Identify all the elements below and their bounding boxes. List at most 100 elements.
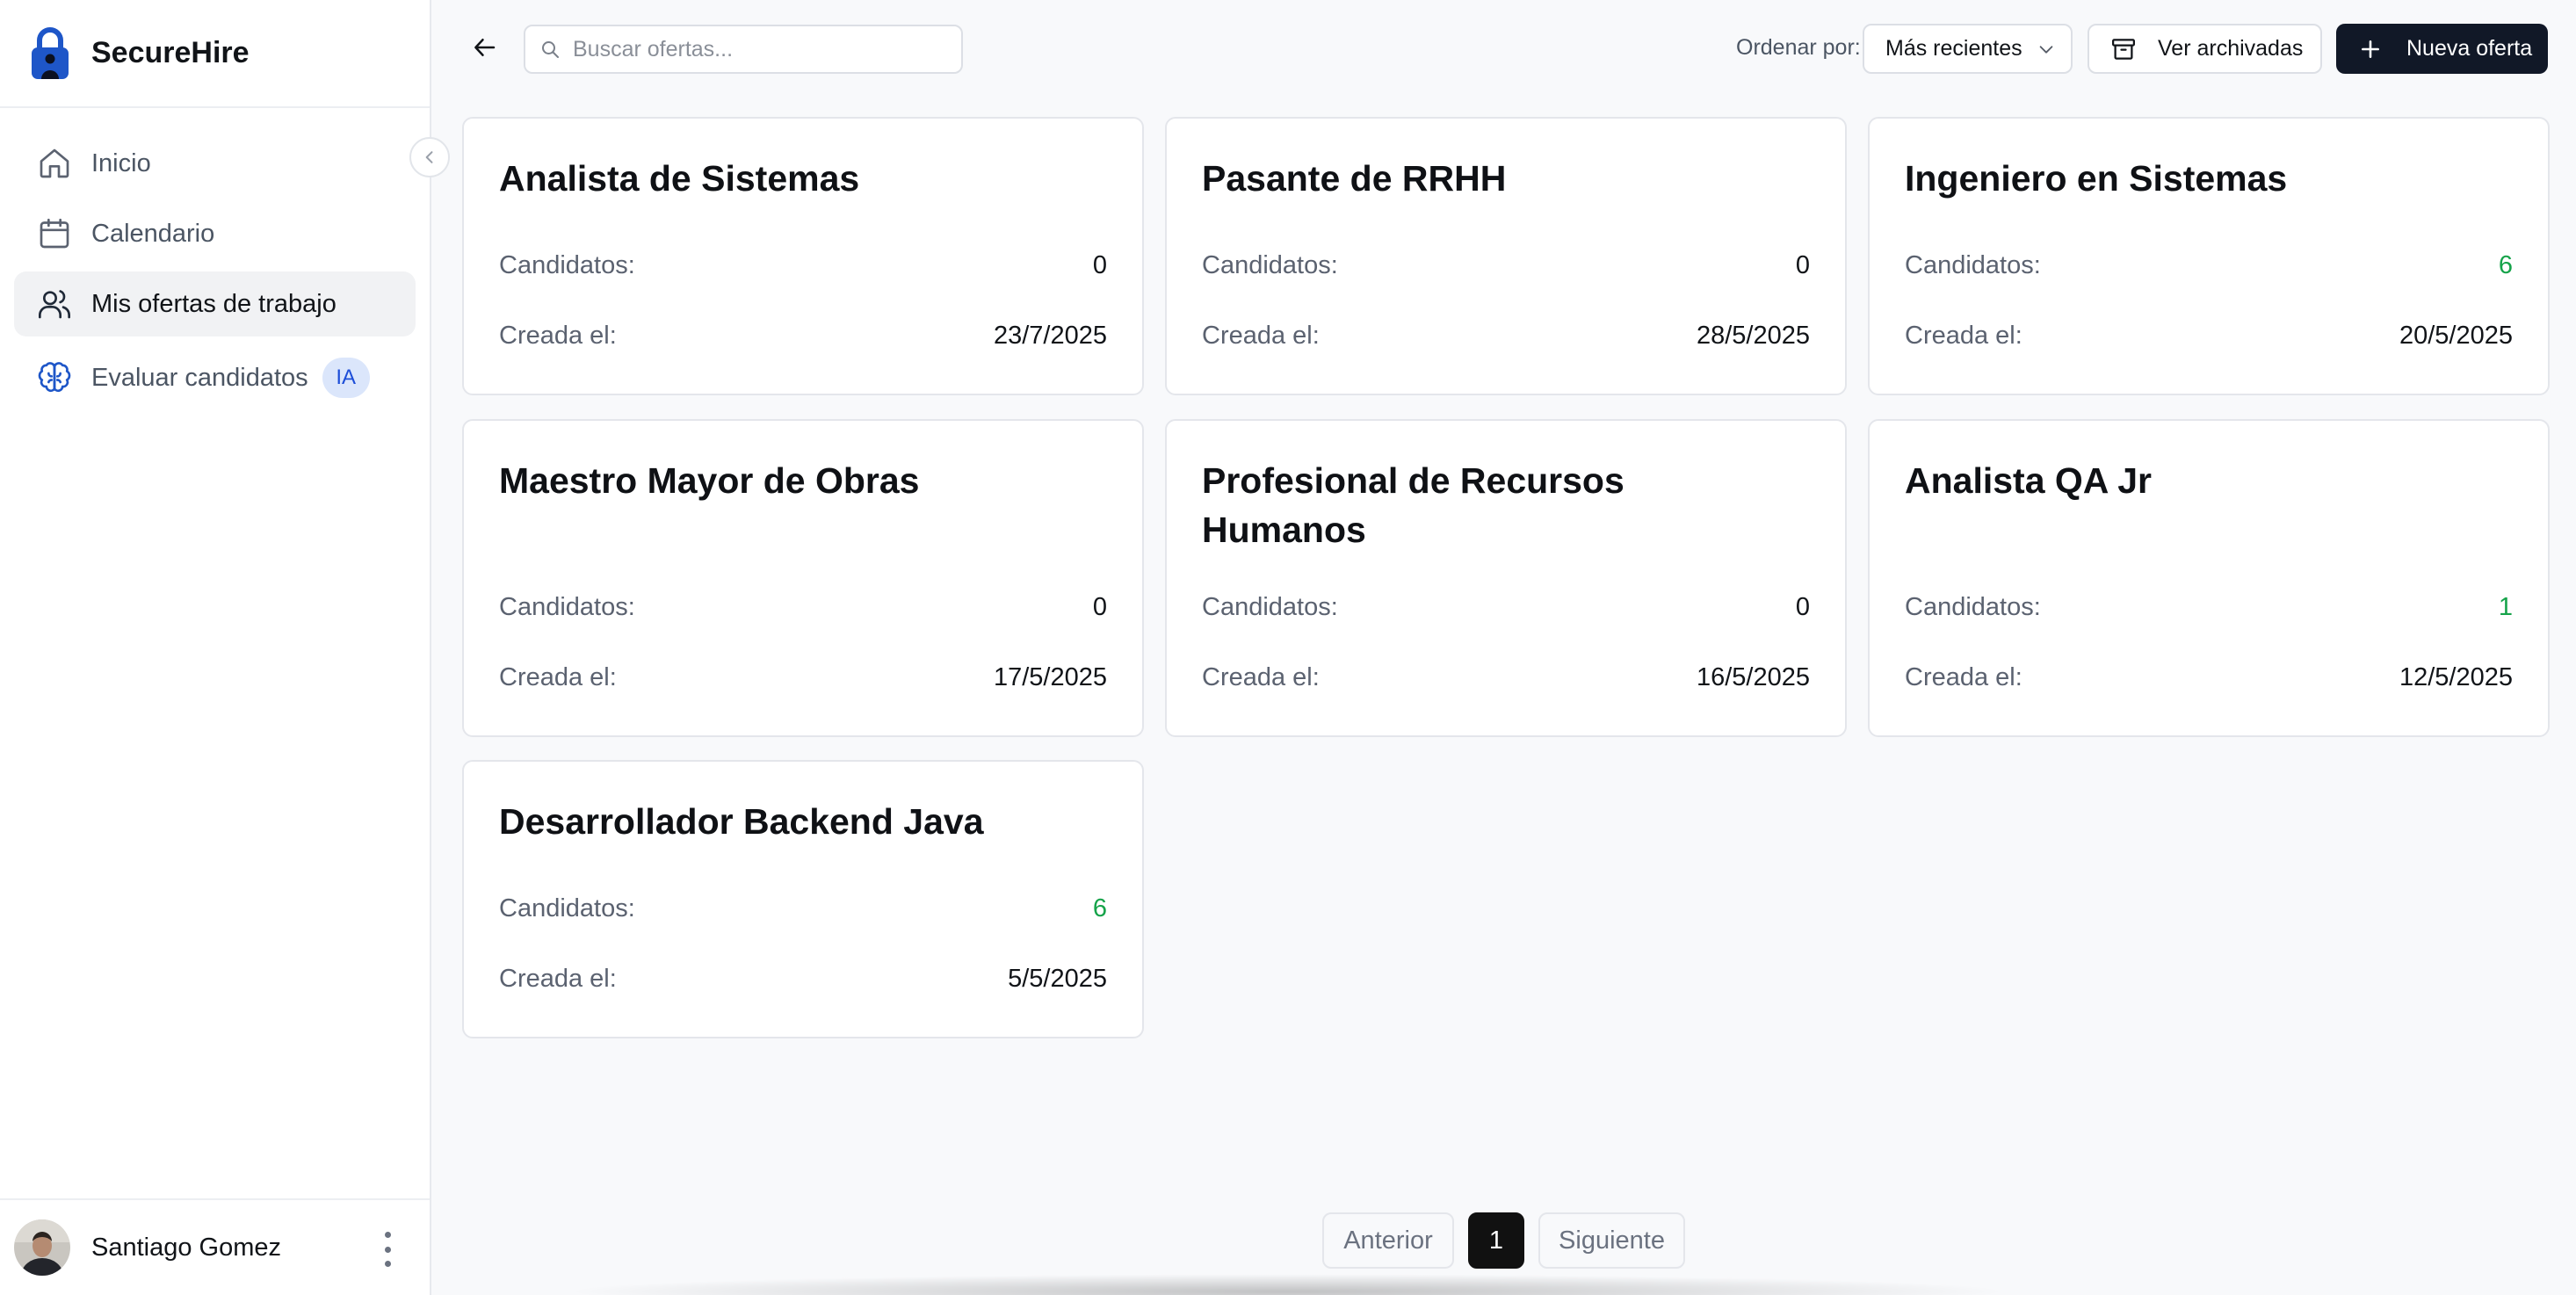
new-offer-button[interactable]: Nueva oferta: [2336, 24, 2548, 74]
candidates-count: 6: [1092, 893, 1107, 922]
candidates-count: 0: [1092, 592, 1107, 621]
created-date: 16/5/2025: [1696, 662, 1810, 691]
job-title: Desarrollador Backend Java: [499, 801, 984, 842]
job-card[interactable]: Analista QA Jr Candidatos: 1 Creada el: 12/5…: [1868, 419, 2550, 737]
app-name: SecureHire: [91, 36, 250, 69]
sidebar-item-inicio[interactable]: Inicio: [14, 131, 416, 196]
sort-label: Ordenar por:: [1736, 35, 1861, 60]
sidebar-item-evaluar[interactable]: Evaluar candidatos IA: [14, 345, 416, 410]
archive-icon: [2112, 38, 2135, 60]
created-row: Creada el: 16/5/2025: [1202, 660, 1810, 695]
sort-value: Más recientes: [1885, 36, 2022, 61]
back-button[interactable]: [466, 28, 504, 67]
job-card[interactable]: Profesional de Recursos Humanos Candidato…: [1165, 419, 1847, 737]
sort-select[interactable]: Más recientes: [1863, 24, 2073, 74]
created-label: Creada el:: [499, 321, 617, 350]
candidates-row: Candidatos: 0: [1202, 248, 1810, 283]
previous-page-button[interactable]: Anterior: [1322, 1212, 1454, 1269]
calendar-icon: [40, 218, 69, 249]
ai-badge: IA: [322, 358, 370, 398]
job-card[interactable]: Desarrollador Backend Java Candidatos: 6 Cr…: [462, 760, 1144, 1038]
page-1-button[interactable]: 1: [1468, 1212, 1524, 1269]
sidebar-item-calendario[interactable]: Calendario: [14, 201, 416, 266]
job-title: Ingeniero en Sistemas: [1905, 158, 2288, 199]
created-label: Creada el:: [499, 964, 617, 993]
candidates-label: Candidatos:: [1905, 250, 2041, 279]
user-name: Santiago Gomez: [91, 1233, 282, 1262]
candidates-row: Candidatos: 0: [499, 248, 1107, 283]
candidates-row: Candidatos: 0: [499, 590, 1107, 625]
collapse-sidebar-button[interactable]: [409, 137, 450, 177]
job-title: Analista de Sistemas: [499, 158, 860, 199]
candidates-count: 0: [1795, 592, 1810, 621]
created-row: Creada el: 5/5/2025: [499, 961, 1107, 996]
view-archived-label: Ver archivadas: [2158, 36, 2304, 61]
home-icon: [40, 148, 69, 178]
created-date: 23/7/2025: [993, 321, 1107, 350]
users-icon: [39, 290, 71, 319]
candidates-row: Candidatos: 6: [1905, 248, 2513, 283]
user-profile[interactable]: Santiago Gomez: [0, 1198, 430, 1295]
pagination: Anterior 1 Siguiente: [1322, 1212, 1685, 1269]
view-archived-button[interactable]: Ver archivadas: [2088, 24, 2322, 74]
search-input[interactable]: [573, 36, 942, 62]
sidebar-item-mis-ofertas[interactable]: Mis ofertas de trabajo: [14, 271, 416, 336]
brand: SecureHire: [0, 0, 430, 108]
candidates-label: Candidatos:: [1202, 250, 1338, 279]
created-label: Creada el:: [1202, 662, 1320, 691]
sidebar-item-label: Evaluar candidatos: [91, 363, 308, 392]
candidates-count: 0: [1092, 250, 1107, 279]
sidebar-nav: Inicio Calendario Mis ofertas de trabajo: [0, 108, 430, 410]
candidates-count: 0: [1795, 250, 1810, 279]
created-row: Creada el: 17/5/2025: [499, 660, 1107, 695]
job-title: Analista QA Jr: [1905, 460, 2153, 501]
candidates-label: Candidatos:: [499, 893, 635, 922]
created-label: Creada el:: [1202, 321, 1320, 350]
candidates-count: 1: [2498, 592, 2513, 621]
created-row: Creada el: 28/5/2025: [1202, 318, 1810, 353]
created-row: Creada el: 12/5/2025: [1905, 660, 2513, 695]
avatar: [14, 1219, 70, 1276]
candidates-row: Candidatos: 0: [1202, 590, 1810, 625]
decorative-shadow: [562, 1274, 2012, 1295]
job-card[interactable]: Ingeniero en Sistemas Candidatos: 6 Creada …: [1868, 117, 2550, 395]
candidates-label: Candidatos:: [499, 592, 635, 621]
candidates-row: Candidatos: 1: [1905, 590, 2513, 625]
job-title: Profesional de Recursos Humanos: [1202, 460, 1624, 550]
chevron-down-icon: [2039, 45, 2052, 54]
sidebar: SecureHire Inicio Calendario Mis ofertas…: [0, 0, 431, 1295]
created-date: 17/5/2025: [993, 662, 1107, 691]
user-avatar-icon: [14, 1219, 70, 1276]
created-label: Creada el:: [1905, 662, 2022, 691]
created-label: Creada el:: [1905, 321, 2022, 350]
plus-icon: [2362, 40, 2379, 58]
created-date: 28/5/2025: [1696, 321, 1810, 350]
job-title: Maestro Mayor de Obras: [499, 460, 920, 501]
next-page-button[interactable]: Siguiente: [1538, 1212, 1685, 1269]
job-card[interactable]: Maestro Mayor de Obras Candidatos: 0 Creada…: [462, 419, 1144, 737]
lock-logo-icon: [32, 26, 69, 79]
candidates-label: Candidatos:: [499, 250, 635, 279]
sidebar-item-label: Calendario: [91, 219, 215, 248]
sidebar-item-label: Inicio: [91, 148, 151, 177]
more-options-icon[interactable]: [380, 1232, 394, 1267]
new-offer-label: Nueva oferta: [2406, 36, 2533, 61]
search-icon: [542, 41, 559, 58]
candidates-label: Candidatos:: [1905, 592, 2041, 621]
sidebar-item-label: Mis ofertas de trabajo: [91, 289, 336, 318]
chevron-left-icon: [425, 151, 433, 163]
brain-icon: [38, 362, 71, 393]
created-row: Creada el: 23/7/2025: [499, 318, 1107, 353]
job-title: Pasante de RRHH: [1202, 158, 1507, 199]
candidates-count: 6: [2498, 250, 2513, 279]
arrow-left-icon: [474, 39, 496, 56]
candidates-label: Candidatos:: [1202, 592, 1338, 621]
created-label: Creada el:: [499, 662, 617, 691]
created-row: Creada el: 20/5/2025: [1905, 318, 2513, 353]
created-date: 12/5/2025: [2399, 662, 2513, 691]
created-date: 5/5/2025: [1008, 964, 1107, 993]
created-date: 20/5/2025: [2399, 321, 2513, 350]
job-card[interactable]: Pasante de RRHH Candidatos: 0 Creada el: 28/…: [1165, 117, 1847, 395]
job-card[interactable]: Analista de Sistemas Candidatos: 0 Creada e…: [462, 117, 1144, 395]
search-box: [524, 25, 963, 74]
